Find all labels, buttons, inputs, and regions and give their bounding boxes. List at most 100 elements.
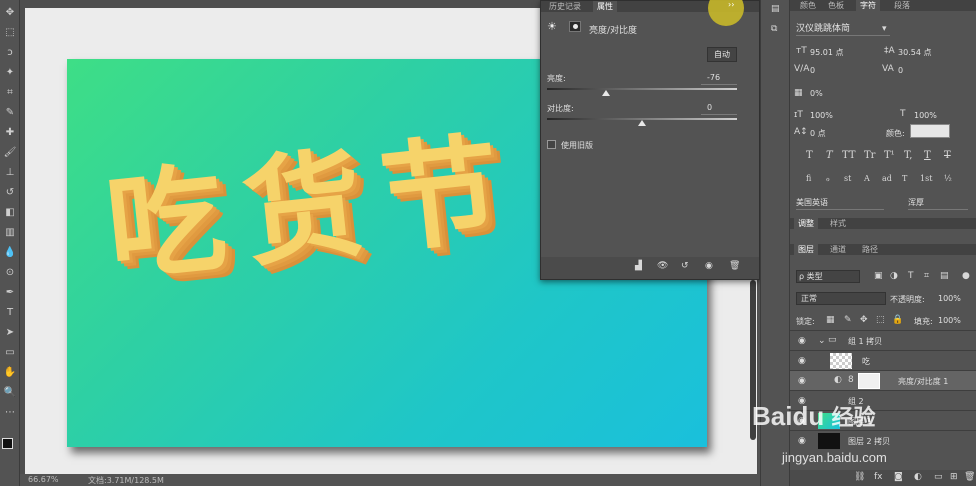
fx-icon[interactable]: fx xyxy=(874,472,883,482)
filter-adjust-icon[interactable]: ◑ xyxy=(890,271,898,281)
blur-icon[interactable]: 💧 xyxy=(3,246,17,260)
visibility-icon[interactable]: ◉ xyxy=(705,261,713,271)
pen-icon[interactable]: ✒ xyxy=(3,286,17,300)
tab-adjustments[interactable]: 调整 xyxy=(794,218,818,229)
move-icon[interactable]: ✥ xyxy=(3,6,17,20)
link-layers-icon[interactable]: ⛓ xyxy=(854,472,865,482)
layer-row-selected[interactable]: ◉ ◐ 8 亮度/对比度 1 xyxy=(790,370,976,390)
trash-icon[interactable]: 🗑 xyxy=(729,261,740,271)
hand-icon[interactable]: ✋ xyxy=(3,366,17,380)
layer-row[interactable]: ◉ ⌄ ▭ 组 1 拷贝 xyxy=(790,330,976,350)
more-icon[interactable]: ⋯ xyxy=(3,406,17,420)
stylistic-button[interactable]: st xyxy=(844,174,851,183)
fraction-button[interactable]: ½ xyxy=(944,174,952,183)
filter-shape-icon[interactable]: ⌗ xyxy=(924,271,929,281)
brush-icon[interactable]: 🖌 xyxy=(3,146,17,160)
tab-history[interactable]: 历史记录 xyxy=(545,1,585,12)
tab-swatches[interactable]: 色板 xyxy=(824,0,848,11)
superscript-button[interactable]: T¹ xyxy=(884,150,895,161)
tsume-field[interactable]: 0% xyxy=(810,89,823,98)
stamp-icon[interactable]: ⊥ xyxy=(3,166,17,180)
lasso-icon[interactable]: ↄ xyxy=(3,46,17,60)
horizontal-scale-field[interactable]: 100% xyxy=(914,111,937,120)
tab-color[interactable]: 颜色 xyxy=(796,0,820,11)
baseline-shift-field[interactable]: 0 点 xyxy=(810,128,826,139)
dodge-icon[interactable]: ⊙ xyxy=(3,266,17,280)
delete-layer-icon[interactable]: 🗑 xyxy=(964,472,975,482)
strikethrough-button[interactable]: T xyxy=(944,150,951,161)
contrast-slider-thumb[interactable] xyxy=(638,120,646,126)
all-caps-button[interactable]: TT xyxy=(842,150,856,161)
tab-styles[interactable]: 样式 xyxy=(826,218,850,229)
ordinal-button[interactable]: 1st xyxy=(920,174,932,183)
marquee-icon[interactable]: ⬚ xyxy=(3,26,17,40)
new-adjustment-icon[interactable]: ◐ xyxy=(914,472,922,482)
old-style-button[interactable]: ℴ xyxy=(826,174,830,183)
brightness-slider-thumb[interactable] xyxy=(601,90,610,96)
zoom-level[interactable]: 66.67% xyxy=(28,475,59,484)
new-group-icon[interactable]: ▭ xyxy=(934,472,943,482)
gradient-icon[interactable]: ▥ xyxy=(3,226,17,240)
healing-brush-icon[interactable]: ✚ xyxy=(3,126,17,140)
chevron-down-icon[interactable]: ⌄ xyxy=(818,336,826,346)
crop-icon[interactable]: ⌗ xyxy=(3,86,17,100)
type-icon[interactable]: T xyxy=(3,306,17,320)
blend-mode-select[interactable]: 正常 xyxy=(796,292,886,305)
text-color-swatch[interactable] xyxy=(910,124,950,138)
lock-position-icon[interactable]: ✥ xyxy=(860,315,868,325)
font-family-select[interactable]: 汉仪跳跳体简 xyxy=(796,22,890,36)
tab-paths[interactable]: 路径 xyxy=(858,244,882,255)
tab-character[interactable]: 字符 xyxy=(856,0,880,11)
layer-comps-icon[interactable]: ⧉ xyxy=(771,24,777,34)
kerning-field[interactable]: 0 xyxy=(810,66,815,75)
opacity-field[interactable]: 100% xyxy=(938,294,961,303)
small-caps-button[interactable]: Tr xyxy=(864,150,875,161)
faux-italic-button[interactable]: T xyxy=(826,150,833,161)
view-previous-icon[interactable]: 👁 xyxy=(657,261,668,271)
visibility-eye-icon[interactable]: ◉ xyxy=(798,336,810,348)
tab-channels[interactable]: 通道 xyxy=(826,244,850,255)
filter-pixel-icon[interactable]: ▣ xyxy=(874,271,883,281)
new-layer-icon[interactable]: ⊞ xyxy=(950,472,958,482)
chevron-down-icon[interactable]: ▾ xyxy=(882,24,887,34)
rectangle-icon[interactable]: ▭ xyxy=(3,346,17,360)
history-brush-icon[interactable]: ↺ xyxy=(3,186,17,200)
faux-bold-button[interactable]: T xyxy=(806,150,813,161)
leading-field[interactable]: 30.54 点 xyxy=(898,47,931,58)
zoom-icon[interactable]: 🔍 xyxy=(3,386,17,400)
layer-row[interactable]: ◉ 吃 xyxy=(790,350,976,370)
brightness-slider[interactable] xyxy=(547,88,737,90)
link-icon[interactable]: 8 xyxy=(848,375,854,385)
eyedropper-icon[interactable]: ✎ xyxy=(3,106,17,120)
tab-layers[interactable]: 图层 xyxy=(794,244,818,255)
swash-button[interactable]: A xyxy=(864,174,870,183)
filter-type-icon[interactable]: T xyxy=(908,271,914,281)
layer-filter-select[interactable]: ρ 类型 xyxy=(796,270,860,283)
visibility-eye-icon[interactable]: ◉ xyxy=(798,356,810,368)
tab-properties[interactable]: 属性 xyxy=(593,1,617,12)
tab-paragraph[interactable]: 段落 xyxy=(890,0,914,11)
ligature-button[interactable]: fi xyxy=(806,174,811,183)
language-select[interactable]: 美国英语 xyxy=(796,196,884,210)
antialias-select[interactable]: 浑厚 xyxy=(908,196,968,210)
eraser-icon[interactable]: ◧ xyxy=(3,206,17,220)
fill-field[interactable]: 100% xyxy=(938,316,961,325)
add-mask-icon[interactable]: ◙ xyxy=(894,472,903,482)
lock-artboard-icon[interactable]: ⬚ xyxy=(876,315,885,325)
layer-name[interactable]: 吃 xyxy=(862,356,870,367)
titling-button[interactable]: T xyxy=(902,174,907,183)
filter-smart-icon[interactable]: ▤ xyxy=(940,271,949,281)
layer-name[interactable]: 组 1 拷贝 xyxy=(848,336,882,347)
font-size-field[interactable]: 95.01 点 xyxy=(810,47,843,58)
color-panel-icon[interactable]: ▤ xyxy=(771,4,780,14)
legacy-checkbox[interactable] xyxy=(547,140,556,149)
underline-button[interactable]: T xyxy=(924,150,931,161)
lock-transparent-icon[interactable]: ▦ xyxy=(826,315,835,325)
subscript-button[interactable]: T, xyxy=(904,150,912,161)
path-select-icon[interactable]: ➤ xyxy=(3,326,17,340)
lock-image-icon[interactable]: ✎ xyxy=(844,315,852,325)
reset-icon[interactable]: ↺ xyxy=(681,261,689,271)
mask-thumbnail[interactable] xyxy=(858,373,880,389)
layer-name[interactable]: 亮度/对比度 1 xyxy=(898,376,948,387)
clip-to-layer-icon[interactable]: ▟ xyxy=(635,261,642,271)
